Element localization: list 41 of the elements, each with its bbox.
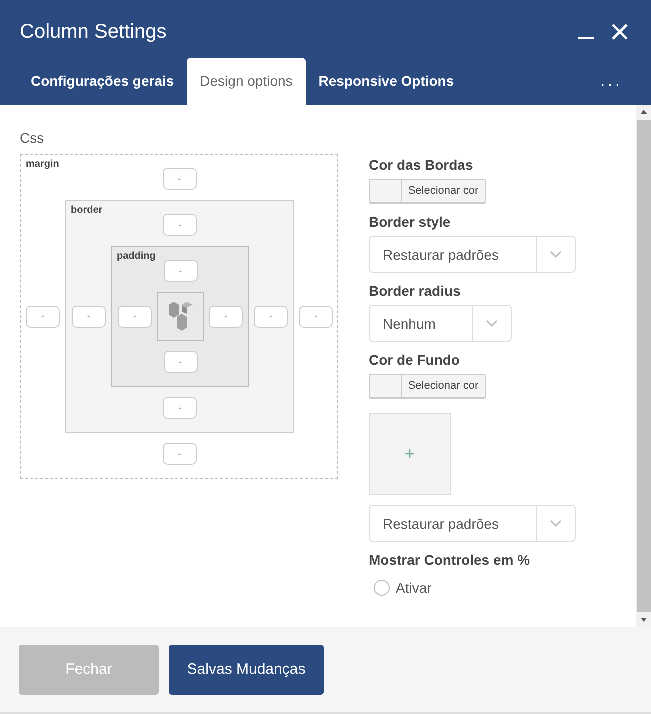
dropdown[interactable]: Restaurar padrões bbox=[369, 236, 576, 273]
close-icon[interactable] bbox=[611, 23, 629, 41]
value-field[interactable]: - bbox=[118, 306, 152, 328]
chevron-down-icon bbox=[550, 520, 562, 528]
section-heading: Css bbox=[20, 130, 46, 146]
box-label: margin bbox=[26, 159, 60, 170]
value-field[interactable]: - bbox=[26, 306, 60, 328]
box-label: border bbox=[71, 205, 103, 216]
select-color-button[interactable]: Selecionar cor bbox=[402, 375, 485, 397]
save-button[interactable]: Salvas Mudanças bbox=[169, 644, 324, 694]
value-field[interactable]: - bbox=[163, 214, 197, 236]
tab[interactable]: Design options bbox=[187, 58, 306, 105]
value-field[interactable]: - bbox=[164, 351, 198, 373]
tab[interactable]: Configurações gerais bbox=[18, 58, 188, 105]
field-label: Border radius bbox=[369, 283, 462, 299]
color-swatch[interactable] bbox=[370, 375, 402, 397]
checkbox[interactable] bbox=[374, 580, 390, 596]
dropdown[interactable]: Nenhum bbox=[369, 305, 512, 342]
color-swatch[interactable] bbox=[370, 180, 402, 202]
value-field[interactable]: - bbox=[209, 306, 243, 328]
select-color-button[interactable]: Selecionar cor bbox=[402, 180, 485, 202]
checkbox-label: Ativar bbox=[396, 580, 432, 596]
window-title: Column Settings bbox=[20, 20, 167, 44]
value-field[interactable]: - bbox=[162, 168, 196, 190]
value-field[interactable]: - bbox=[162, 443, 196, 465]
chevron-down-icon bbox=[550, 250, 562, 258]
field-label: Cor das Bordas bbox=[369, 157, 474, 173]
value-field[interactable]: - bbox=[72, 306, 106, 328]
field-label: Mostrar Controles em % bbox=[369, 552, 532, 568]
value-field[interactable]: - bbox=[163, 397, 197, 419]
chevron-down-icon bbox=[486, 320, 498, 328]
tab[interactable]: Responsive Options bbox=[306, 58, 468, 105]
box-label: padding bbox=[117, 251, 156, 262]
field-label: Border style bbox=[369, 214, 452, 230]
more-menu[interactable]: ... bbox=[600, 58, 623, 105]
dropdown[interactable]: Restaurar padrões bbox=[369, 505, 576, 542]
field-label: Cor de Fundo bbox=[369, 352, 461, 368]
cube-logo-icon bbox=[168, 300, 194, 332]
value-field[interactable]: - bbox=[299, 306, 333, 328]
value-field[interactable]: - bbox=[254, 306, 288, 328]
value-field[interactable]: - bbox=[164, 260, 198, 282]
